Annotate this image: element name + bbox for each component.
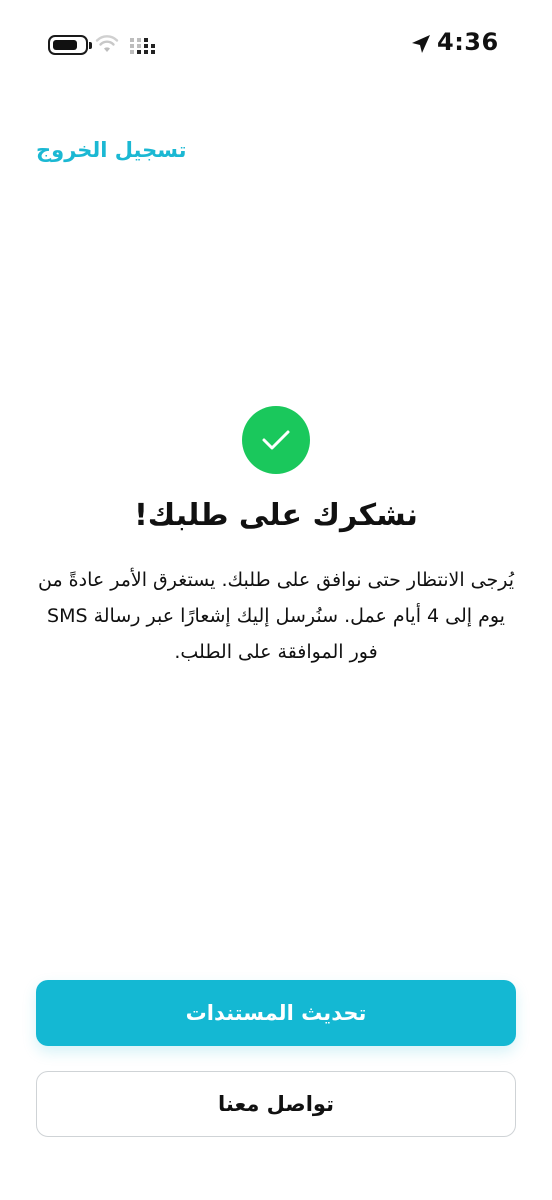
checkmark-icon xyxy=(242,406,310,474)
battery-icon xyxy=(48,35,92,55)
clock: 4:36 xyxy=(437,28,499,56)
wifi-icon xyxy=(95,35,119,52)
logout-link[interactable]: تسجيل الخروج xyxy=(36,138,187,162)
signal-icon xyxy=(130,38,155,54)
update-documents-button[interactable]: تحديث المستندات xyxy=(36,980,516,1046)
screen: 4:36 تسجيل الخروج نشكرك على طلبك! يُرجى … xyxy=(0,0,552,1200)
contact-us-button[interactable]: تواصل معنا xyxy=(36,1071,516,1137)
status-bar: 4:36 xyxy=(0,0,552,90)
description-text: يُرجى الانتظار حتى نوافق على طلبك. يستغر… xyxy=(37,569,514,663)
location-arrow-icon xyxy=(412,35,430,53)
page-title: نشكرك على طلبك! xyxy=(134,498,418,533)
